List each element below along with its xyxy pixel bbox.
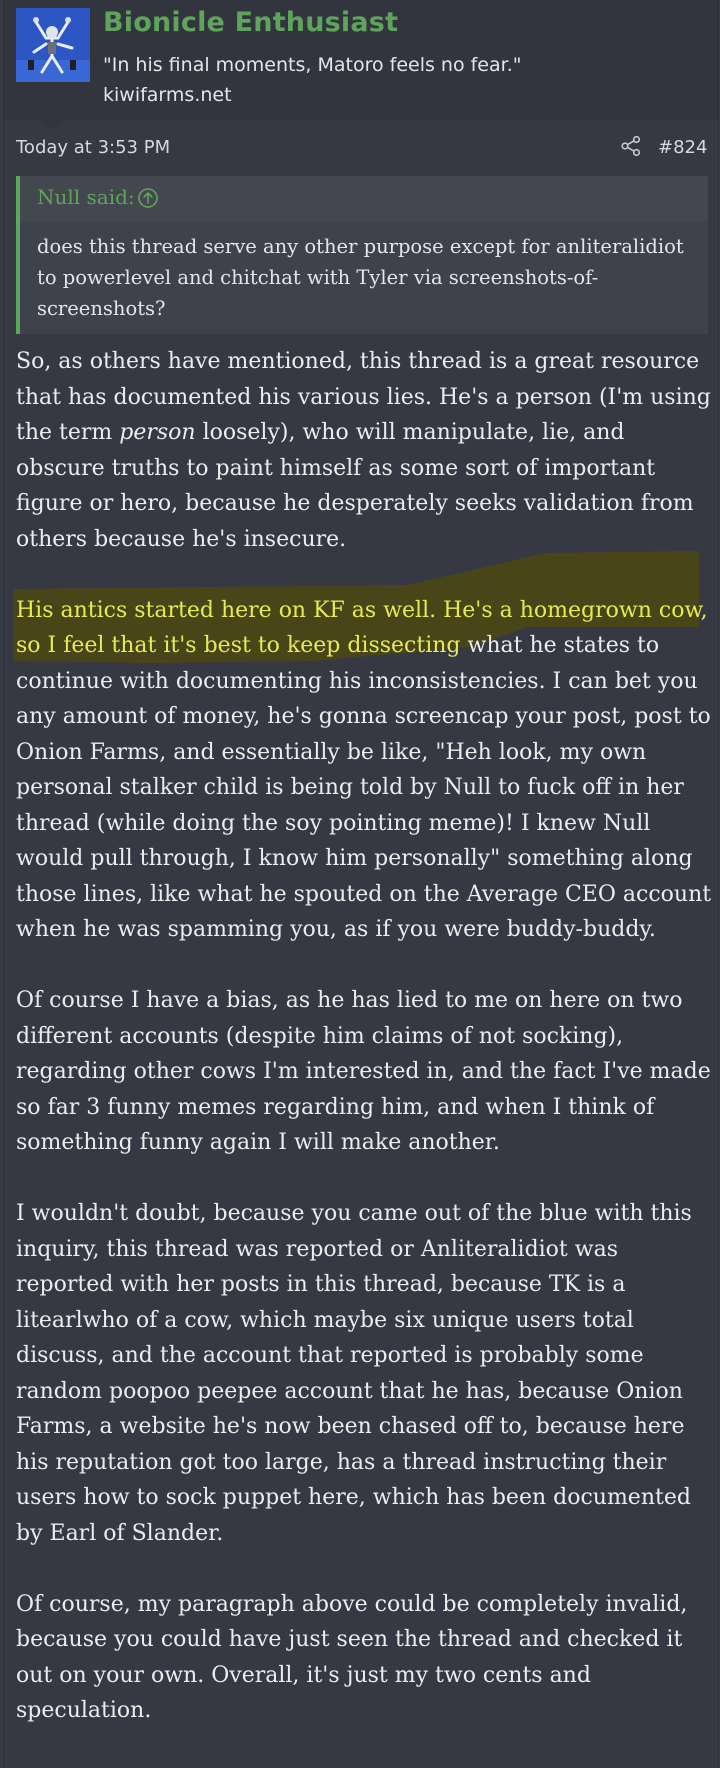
post-meta-bar: Today at 3:53 PM #824 (4, 120, 718, 174)
paragraph-2: His antics started here on KF as well. H… (16, 593, 718, 948)
paragraph-1: So, as others have mentioned, this threa… (16, 344, 718, 557)
quote-author[interactable]: Null said: (37, 185, 135, 209)
quote-text: does this thread serve any other purpose… (37, 235, 684, 320)
paragraph-text: what he states to continue with document… (16, 633, 712, 942)
user-header: Bionicle Enthusiast "In his final moment… (4, 0, 718, 120)
post-container: Bionicle Enthusiast "In his final moment… (3, 0, 719, 1768)
post-number-link[interactable]: #824 (658, 137, 707, 158)
paragraph-4: I wouldn't doubt, because you came out o… (16, 1201, 692, 1546)
username-link[interactable]: Bionicle Enthusiast (103, 7, 398, 38)
paragraph-3: Of course I have a bias, as he has lied … (16, 988, 711, 1155)
arrow-up-circle-icon[interactable] (137, 187, 159, 209)
user-title: "In his final moments, Matoro feels no f… (103, 54, 522, 76)
post-timestamp-link[interactable]: Today at 3:53 PM (16, 137, 170, 158)
paragraph-5: Of course, my paragraph above could be c… (16, 1591, 688, 1724)
bionicle-figure-avatar-icon (16, 8, 90, 82)
quote-header: Null said: (20, 176, 708, 222)
post-body: So, as others have mentioned, this threa… (16, 344, 718, 1764)
quote-block: Null said: does this thread serve any ot… (16, 176, 708, 334)
user-site: kiwifarms.net (103, 84, 232, 106)
emphasis-text: person (119, 420, 196, 445)
share-icon[interactable] (620, 135, 642, 157)
avatar[interactable] (16, 8, 90, 82)
